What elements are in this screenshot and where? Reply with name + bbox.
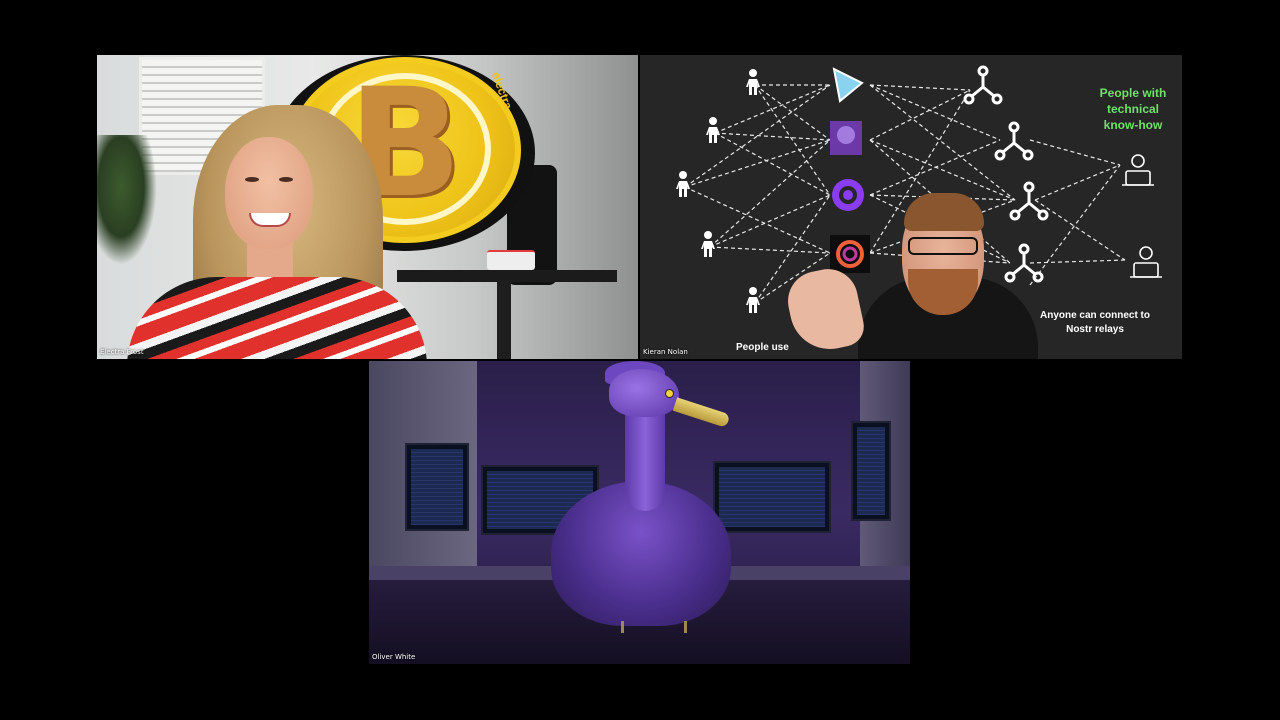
person-icon [746,69,760,95]
participant-name-label: Electra Frost [100,348,144,356]
houseplant [97,135,157,265]
developer-icon [1122,154,1154,186]
relay-icon [1004,243,1044,283]
participant-eye [245,177,259,182]
video-tile-electra[interactable]: B electra Electra Frost [97,55,638,359]
person-icon [746,287,760,313]
bird-eye [665,389,674,398]
app-icon [830,235,870,273]
relay-icon [963,65,1003,105]
monitor [713,461,831,533]
router [487,250,535,270]
bird-beak [672,397,731,428]
desk-leg [497,280,511,359]
speaker-hair [904,193,984,231]
bird-legs [621,621,687,633]
participant-shirt [127,277,427,359]
app-icon [832,179,864,211]
app-icon [830,121,862,155]
slide-caption-people: People use [736,342,789,353]
participant-eye [279,177,293,182]
speaker-glasses [908,237,978,255]
person-icon [701,231,715,257]
relay-icon [1009,181,1049,221]
participant-face [225,137,313,249]
people-icons [676,69,760,313]
participant-name-label: Oliver White [372,653,416,661]
relay-icon [994,121,1034,161]
participant-name-label: Kieran Nolan [643,348,688,356]
video-tile-oliver[interactable]: Oliver White [369,361,910,664]
person-icon [706,117,720,143]
app-icons [830,67,870,273]
person-icon [676,171,690,197]
app-icon [832,67,864,103]
video-tile-kieran[interactable]: People with technical know-how Anyone ca… [640,55,1182,359]
developer-icon [1130,246,1162,278]
monitor [851,421,891,521]
monitor [405,443,469,531]
slide-heading-technical: People with technical know-how [1099,86,1167,132]
slide-caption-connect: Anyone can connect to Nostr relays [1039,310,1150,335]
developer-icons [1122,154,1162,278]
